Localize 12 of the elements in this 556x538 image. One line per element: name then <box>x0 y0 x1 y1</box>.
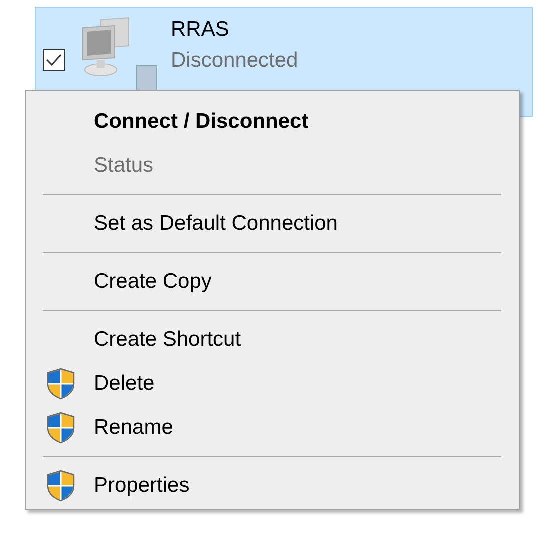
connection-status: Disconnected <box>171 48 298 74</box>
shield-icon <box>46 412 76 444</box>
menu-item[interactable]: Create Shortcut <box>26 318 519 362</box>
menu-item[interactable]: Properties <box>26 464 519 508</box>
menu-item[interactable]: Rename <box>26 406 519 450</box>
shield-icon <box>46 470 76 502</box>
menu-item[interactable]: Create Copy <box>26 260 519 304</box>
connection-name: RRAS <box>171 17 230 43</box>
shield-icon <box>46 368 76 400</box>
menu-item[interactable]: Set as Default Connection <box>26 202 519 246</box>
checkbox[interactable] <box>43 49 65 71</box>
menu-item[interactable]: Delete <box>26 362 519 406</box>
